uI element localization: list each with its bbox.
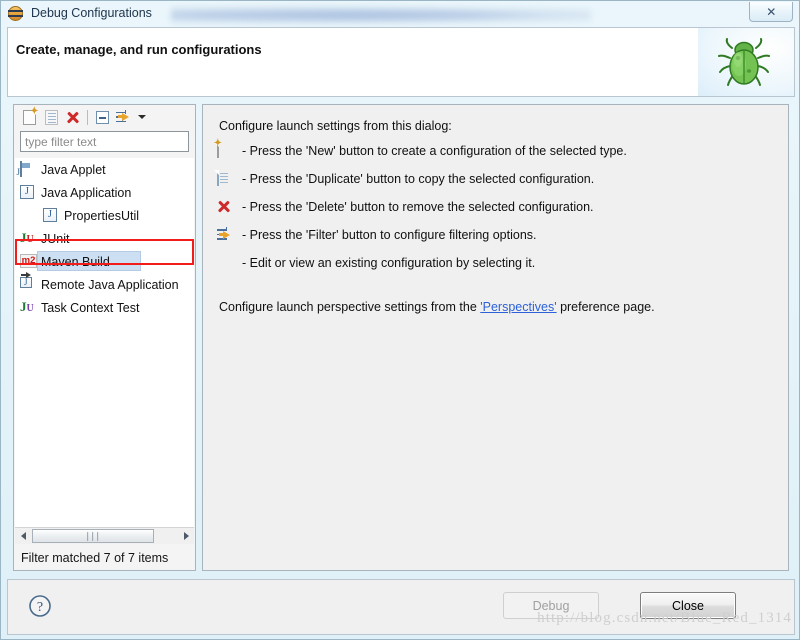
filter-status-text: Filter matched 7 of 7 items [14,545,195,570]
duplicate-page-icon [214,170,235,188]
instruction-edit: - Edit or view an existing configuration… [217,255,774,273]
junit-icon: JU [20,229,34,245]
header-banner [698,28,794,96]
tree-item-remote-java-application[interactable]: J Remote Java Application [15,271,194,296]
scrollbar-track[interactable] [154,529,178,543]
instruction-text: - Press the 'Filter' button to configure… [242,228,537,242]
tree-item-label: Maven Build [41,254,110,269]
tree-item-task-context-test[interactable]: JU Task Context Test [15,296,194,319]
java-application-icon: J [43,207,59,224]
instruction-text: - Press the 'New' button to create a con… [242,144,627,158]
collapse-all-icon [95,110,109,124]
title-bar: Debug Configurations ✕ [1,1,799,25]
filter-icon [116,109,132,125]
close-icon: ✕ [766,4,776,19]
instructions-panel: Configure launch settings from this dial… [202,104,789,571]
window-close-button[interactable]: ✕ [749,2,793,22]
instructions-intro: Configure launch settings from this dial… [219,119,452,133]
instruction-duplicate: - Press the 'Duplicate' button to copy t… [214,170,774,189]
instruction-new: ✦ - Press the 'New' button to create a c… [214,139,774,161]
dialog-header: Create, manage, and run configurations [7,27,795,97]
instruction-text: - Press the 'Duplicate' button to copy t… [242,172,595,186]
scroll-left-arrow[interactable] [15,529,31,544]
green-bug-icon [718,38,770,86]
scrollbar-grip: ∣∣∣ [85,530,101,541]
tree-item-propertiesutil[interactable]: J PropertiesUtil [15,204,194,227]
instruction-filter: - Press the 'Filter' button to configure… [217,227,774,245]
collapse-all-button[interactable] [91,107,113,127]
tree-horizontal-scrollbar[interactable]: ∣∣∣ [15,527,194,544]
configuration-types-panel: ✦ type filter text J Java Applet J Java … [13,104,196,571]
toolbar-separator [87,109,88,125]
perspectives-link[interactable]: 'Perspectives' [480,300,556,314]
left-panel-toolbar: ✦ [14,105,195,129]
maven-m2-icon: m2 [20,253,37,268]
scroll-right-arrow[interactable] [178,529,194,544]
svg-text:?: ? [37,600,43,615]
perspectives-suffix: preference page. [556,300,655,314]
tree-item-label: Java Applet [41,162,106,177]
remote-java-application-icon: J [20,271,36,293]
new-page-icon: ✦ [214,139,235,160]
tree-item-label: JUnit [41,231,70,246]
tree-item-java-applet[interactable]: Java Applet [15,158,194,181]
filter-icon [217,227,235,244]
tree-item-junit[interactable]: JU JUnit [15,227,194,250]
filter-input[interactable] [20,131,189,152]
debug-button[interactable]: Debug [503,592,599,619]
duplicate-configuration-button[interactable] [40,107,62,127]
perspectives-prefix: Configure launch perspective settings fr… [219,300,481,314]
task-context-test-icon: JU [20,298,34,314]
delete-x-icon [66,110,80,124]
filter-dropdown-button[interactable] [135,107,148,127]
java-applet-icon [20,160,36,178]
window-title: Debug Configurations [31,6,152,20]
delete-x-icon [217,199,235,216]
tree-item-java-application[interactable]: J Java Application [15,181,194,204]
perspectives-line: Configure launch perspective settings fr… [219,300,774,314]
filter-button[interactable] [113,107,135,127]
tree-item-maven-build[interactable]: m2 Maven Build [15,250,194,273]
instruction-text: - Edit or view an existing configuration… [242,256,536,270]
java-application-icon: J [20,184,36,201]
duplicate-page-icon [44,109,58,125]
page-title: Create, manage, and run configurations [16,42,262,57]
chevron-down-icon [137,115,146,119]
debug-circle-icon [8,5,23,21]
scrollbar-thumb[interactable]: ∣∣∣ [32,529,154,543]
delete-configuration-button[interactable] [62,107,84,127]
tree-item-label: PropertiesUtil [64,208,140,223]
new-page-icon: ✦ [22,106,39,125]
tree-item-label: Task Context Test [41,300,140,315]
instruction-delete: - Press the 'Delete' button to remove th… [217,199,774,217]
debug-configurations-dialog: Debug Configurations ✕ Create, manage, a… [0,0,800,640]
close-button[interactable]: Close [640,592,736,619]
tree-item-label: Java Application [41,185,132,200]
dialog-footer: ? Debug Close http://blog.csdn.net/Blue_… [7,579,795,635]
help-button[interactable]: ? [28,594,52,618]
configuration-types-tree[interactable]: Java Applet J Java Application J Propert… [15,158,194,529]
instruction-text: - Press the 'Delete' button to remove th… [242,200,594,214]
new-configuration-button[interactable]: ✦ [18,106,40,127]
tree-item-label: Remote Java Application [41,277,179,292]
